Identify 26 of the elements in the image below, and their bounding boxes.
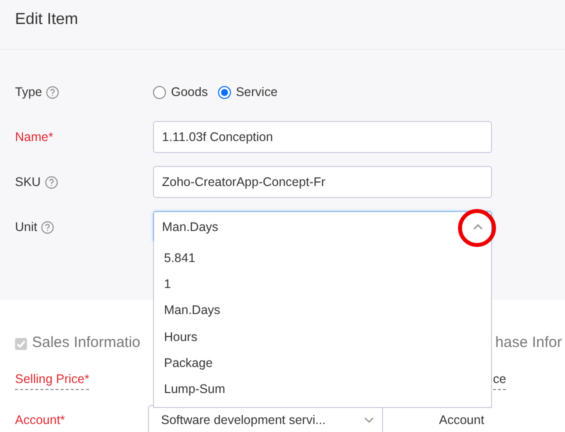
- field-label: Name*: [15, 128, 54, 146]
- field-label: Type: [15, 84, 42, 101]
- section-title: Sales Informatio: [32, 333, 140, 354]
- section-title: hase Infor: [495, 333, 562, 354]
- field-label: SKU: [15, 174, 41, 191]
- unit-dropdown[interactable]: Man.Days: [153, 211, 492, 243]
- field-value: 1.11.03f Conception: [162, 128, 273, 146]
- field-label: Selling Price*: [15, 370, 90, 390]
- field-label: Account*: [15, 412, 66, 429]
- field-label: Unit: [15, 218, 38, 236]
- field-label: Account: [439, 412, 484, 429]
- dropdown-option[interactable]: Package: [154, 350, 491, 376]
- text-field[interactable]: Zoho-CreatorApp-Concept-Fr: [153, 166, 492, 198]
- radio-label: Service: [236, 84, 278, 101]
- text-field[interactable]: 1.11.03f Conception: [153, 121, 492, 153]
- dropdown-option[interactable]: 5.841: [154, 245, 491, 272]
- radio-label: Goods: [171, 84, 208, 101]
- dropdown-option[interactable]: Hours: [154, 324, 491, 350]
- dropdown-option[interactable]: Man.Days: [154, 298, 491, 324]
- dropdown-option[interactable]: Lump-Sum: [154, 376, 491, 403]
- window-title: Edit Item: [0, 0, 565, 50]
- field-value: Zoho-CreatorApp-Concept-Fr: [162, 174, 326, 191]
- field-value: Man.Days: [162, 218, 218, 236]
- dropdown-option[interactable]: 1: [154, 271, 491, 298]
- field-label: ce: [493, 370, 506, 390]
- field-value: Software development servi...: [161, 412, 326, 429]
